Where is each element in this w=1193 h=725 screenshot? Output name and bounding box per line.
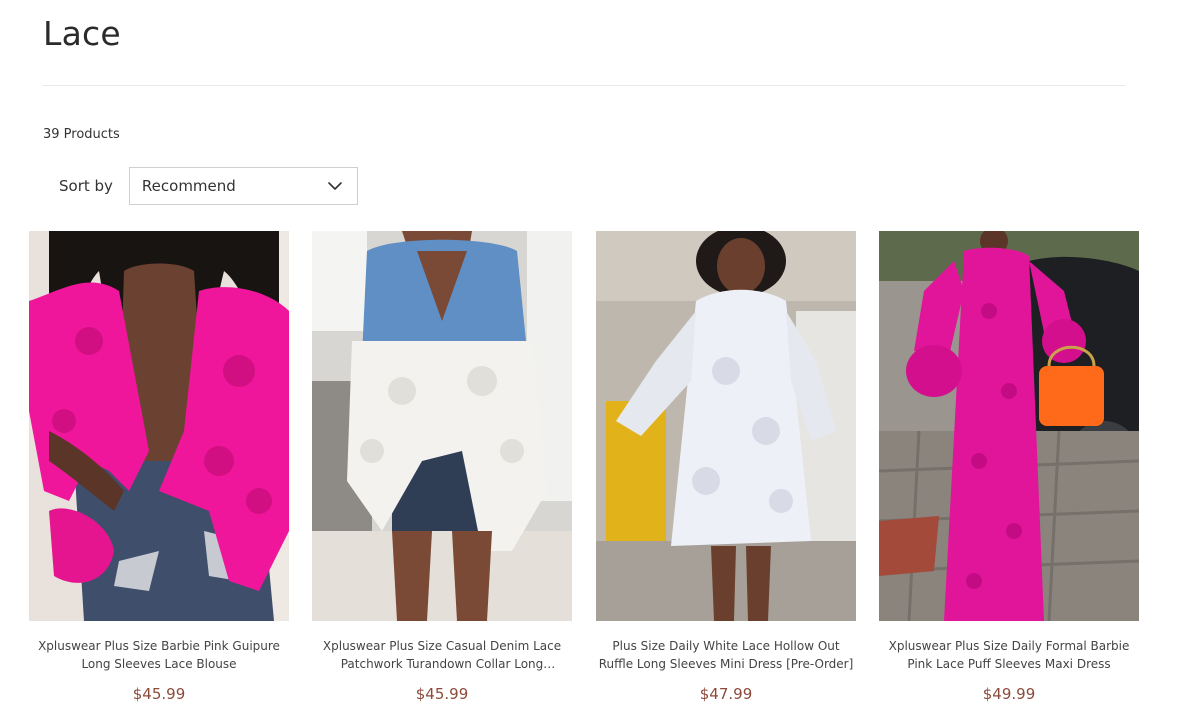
page-title: Lace (43, 14, 121, 53)
product-card[interactable]: Xpluswear Plus Size Barbie Pink Guipure … (29, 231, 289, 703)
product-card[interactable]: Plus Size Daily White Lace Hollow Out Ru… (596, 231, 856, 703)
sort-label: Sort by (59, 177, 113, 195)
product-image[interactable] (596, 231, 856, 621)
title-divider (43, 85, 1125, 86)
product-price: $45.99 (132, 685, 186, 703)
sort-select[interactable]: Recommend (128, 167, 358, 205)
product-price: $45.99 (415, 685, 469, 703)
product-image[interactable] (312, 231, 572, 621)
chevron-down-icon (327, 178, 343, 194)
product-name[interactable]: Plus Size Daily White Lace Hollow Out Ru… (596, 637, 856, 673)
product-card[interactable]: Xpluswear Plus Size Daily Formal Barbie … (879, 231, 1139, 703)
product-count: 39 Products (43, 127, 120, 142)
product-image[interactable] (879, 231, 1139, 621)
product-name[interactable]: Xpluswear Plus Size Daily Formal Barbie … (879, 637, 1139, 673)
product-name[interactable]: Xpluswear Plus Size Barbie Pink Guipure … (29, 637, 289, 673)
product-image[interactable] (29, 231, 289, 621)
collection-page: Lace 39 Products Sort by Recommend Xplus… (0, 0, 1193, 725)
product-price: $47.99 (699, 685, 753, 703)
sort-row: Sort by Recommend (59, 166, 358, 206)
product-card[interactable]: Xpluswear Plus Size Casual Denim Lace Pa… (312, 231, 572, 703)
product-price: $49.99 (982, 685, 1036, 703)
product-name[interactable]: Xpluswear Plus Size Casual Denim Lace Pa… (312, 637, 572, 673)
sort-selected-value: Recommend (141, 177, 236, 195)
